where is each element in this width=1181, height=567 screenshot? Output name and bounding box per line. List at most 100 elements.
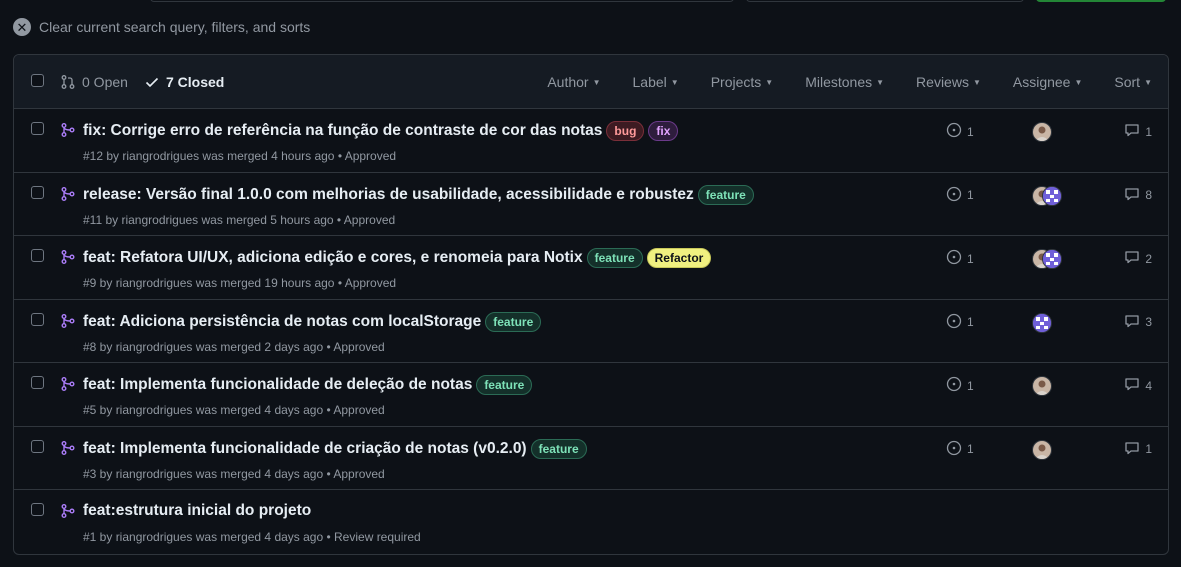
closed-filter-tab[interactable]: 7 Closed [144,74,224,90]
avatar[interactable] [1032,439,1052,460]
chevron-down-icon: ▼ [592,77,601,87]
author-filter[interactable]: Author ▼ [547,74,600,90]
avatar[interactable] [1032,312,1052,333]
linked-issues[interactable]: 1 [946,249,974,268]
pr-title-link[interactable]: release: Versão final 1.0.0 com melhoria… [83,186,694,204]
comment-icon [1124,249,1140,268]
assignees[interactable] [1032,122,1052,142]
clear-filters-link[interactable]: ✕ Clear current search query, filters, a… [13,18,310,36]
pr-title-link[interactable]: feat: Implementa funcionalidade de deleç… [83,376,472,394]
assignee-filter[interactable]: Assignee ▼ [1013,74,1083,90]
linked-issues[interactable]: 1 [946,122,974,141]
comment-icon [1124,313,1140,332]
label-feature[interactable]: feature [586,248,643,268]
open-filter-tab[interactable]: 0 Open [60,74,128,90]
pr-title-line: feat: Implementa funcionalidade de deleç… [83,375,533,395]
comment-icon [1124,440,1140,459]
pull-request-row: feat: Adiciona persistência de notas com… [14,300,1168,363]
pr-title-link[interactable]: feat: Implementa funcionalidade de criaç… [83,440,527,458]
reviews-filter[interactable]: Reviews ▼ [916,74,981,90]
avatar[interactable] [1032,122,1052,142]
linked-issues[interactable]: 1 [946,313,974,332]
git-merge-icon [60,376,76,395]
row-select-checkbox[interactable] [31,312,44,326]
comment-icon [1124,186,1140,205]
comments-count: 2 [1145,251,1152,266]
comment-icon [1124,376,1140,395]
linked-issues[interactable]: 1 [946,376,974,395]
row-select-checkbox[interactable] [31,439,44,453]
filter-input-edge [746,0,1024,2]
avatar[interactable] [1042,185,1062,206]
git-merge-icon [60,503,76,522]
pull-request-list: 0 Open 7 Closed Author ▼ Label ▼ Projects ▼… [13,54,1169,555]
milestones-filter-label: Milestones [805,74,873,90]
label-feature[interactable]: feature [476,375,533,395]
sort-filter-label: Sort [1114,74,1141,90]
projects-filter[interactable]: Projects ▼ [711,74,774,90]
label-filter[interactable]: Label ▼ [633,74,679,90]
issue-opened-icon [946,313,962,332]
linked-issues-count: 1 [967,251,974,266]
comments-link[interactable]: 1 [1124,122,1152,141]
comments-link[interactable]: 3 [1124,313,1152,332]
chevron-down-icon: ▼ [972,77,981,87]
new-pull-request-button-edge [1036,0,1166,2]
pr-title-line: release: Versão final 1.0.0 com melhoria… [83,184,754,205]
comments-count: 8 [1145,188,1152,202]
issue-opened-icon [946,186,962,205]
comments-count: 1 [1145,442,1152,456]
pr-title-link[interactable]: feat: Adiciona persistência de notas com… [83,313,481,331]
assignees[interactable] [1032,376,1052,396]
comments-count: 1 [1145,124,1152,139]
linked-issues[interactable]: 1 [946,186,974,205]
assignees[interactable] [1032,312,1052,333]
comment-icon [1124,122,1140,141]
assignees[interactable] [1032,439,1052,460]
label-feature[interactable]: feature [530,438,587,459]
comments-link[interactable]: 1 [1124,440,1152,459]
pr-title-link[interactable]: feat: Refatora UI/UX, adiciona edição e … [83,249,583,267]
comments-link[interactable]: 4 [1124,376,1152,395]
label-refactor[interactable]: Refactor [646,248,712,268]
comments-link[interactable]: 8 [1124,186,1152,205]
pr-meta: #5 by riangrodrigues was merged 4 days a… [83,403,385,417]
pr-title-line: feat:estrutura inicial do projeto [83,502,311,520]
assignees[interactable] [1032,249,1062,269]
linked-issues-count: 1 [967,442,974,456]
linked-issues[interactable]: 1 [946,440,974,459]
git-merge-icon [60,122,76,141]
label-feature[interactable]: feature [485,311,542,332]
comments-count: 3 [1145,315,1152,329]
pull-request-row: release: Versão final 1.0.0 com melhoria… [14,173,1168,236]
pr-meta: #12 by riangrodrigues was merged 4 hours… [83,149,397,163]
sort-filter[interactable]: Sort ▼ [1114,74,1152,90]
label-bug[interactable]: bug [606,121,645,141]
author-filter-label: Author [547,74,589,90]
avatar[interactable] [1042,249,1062,269]
select-all-checkbox[interactable] [31,74,44,87]
row-select-checkbox[interactable] [31,376,44,389]
chevron-down-icon: ▼ [765,77,774,87]
row-select-checkbox[interactable] [31,503,44,516]
search-input-edge [150,0,734,2]
comments-link[interactable]: 2 [1124,249,1152,268]
git-merge-icon [60,186,76,205]
git-merge-icon [60,249,76,268]
pr-title-link[interactable]: fix: Corrige erro de referência na funçã… [83,122,602,140]
pr-title-link[interactable]: feat:estrutura inicial do projeto [83,502,311,520]
pr-meta: #1 by riangrodrigues was merged 4 days a… [83,530,421,544]
filter-menus: Author ▼ Label ▼ Projects ▼ Milestones ▼ Rev… [547,74,1152,90]
avatar[interactable] [1032,376,1052,396]
row-select-checkbox[interactable] [31,185,44,199]
label-feature[interactable]: feature [697,184,754,205]
chevron-down-icon: ▼ [1074,77,1083,87]
milestones-filter[interactable]: Milestones ▼ [805,74,884,90]
git-merge-icon [60,440,76,459]
assignees[interactable] [1032,185,1062,206]
linked-issues-count: 1 [967,315,974,329]
closed-count: 7 Closed [166,74,225,90]
row-select-checkbox[interactable] [31,122,44,135]
row-select-checkbox[interactable] [31,249,44,262]
label-fix[interactable]: fix [648,121,679,141]
